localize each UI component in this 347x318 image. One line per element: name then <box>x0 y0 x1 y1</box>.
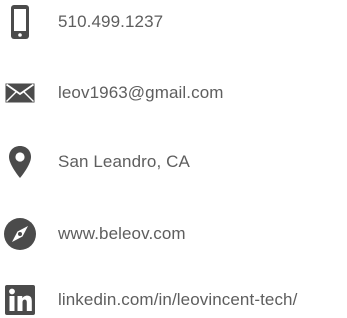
email-address[interactable]: leov1963@gmail.com <box>58 75 224 111</box>
envelope-icon <box>0 75 40 111</box>
phone-number[interactable]: 510.499.1237 <box>58 4 163 40</box>
website-link[interactable]: www.beleov.com <box>58 216 186 252</box>
contact-item-location: San Leandro, CA <box>0 144 347 180</box>
contact-item-email: leov1963@gmail.com <box>0 75 347 111</box>
linkedin-icon <box>0 282 40 318</box>
map-pin-icon <box>0 144 40 180</box>
compass-icon <box>0 216 40 252</box>
location-text: San Leandro, CA <box>58 152 190 171</box>
contact-item-phone: 510.499.1237 <box>0 4 347 40</box>
contact-item-website: www.beleov.com <box>0 216 347 252</box>
smartphone-icon <box>0 4 40 40</box>
linkedin-link[interactable]: linkedin.com/in/leovincent-tech/ <box>58 282 297 318</box>
contact-item-linkedin: linkedin.com/in/leovincent-tech/ <box>0 282 347 318</box>
